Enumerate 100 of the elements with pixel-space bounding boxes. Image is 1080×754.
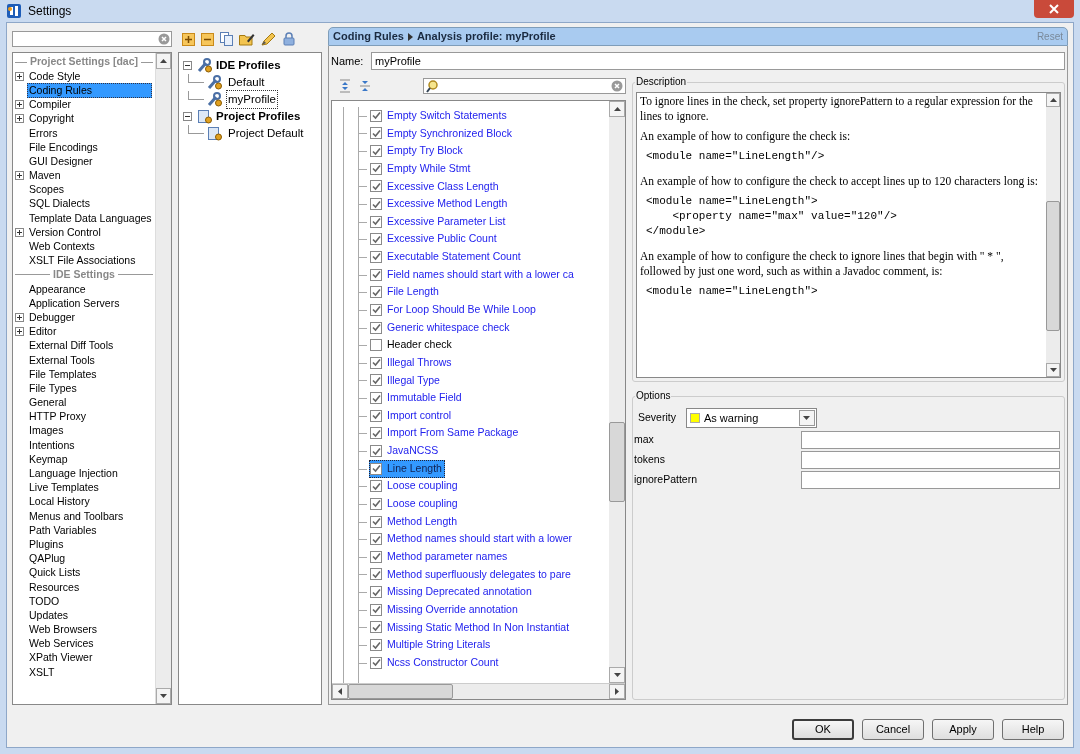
sidebar-item[interactable]: General bbox=[27, 395, 69, 411]
expand-icon[interactable] bbox=[15, 227, 24, 237]
sidebar-item[interactable]: XSLT bbox=[27, 664, 57, 680]
rule-item[interactable]: Immutable Field bbox=[369, 389, 465, 407]
scroll-up-button[interactable] bbox=[609, 101, 625, 117]
checkbox[interactable] bbox=[370, 374, 382, 387]
rule-item[interactable]: Loose coupling bbox=[369, 477, 461, 496]
sidebar-item[interactable]: Compiler bbox=[27, 97, 73, 113]
property-field[interactable] bbox=[801, 471, 1060, 489]
rule-item[interactable]: Import From Same Package bbox=[369, 424, 522, 443]
checkbox[interactable] bbox=[370, 550, 382, 563]
collapse-all-icon[interactable] bbox=[359, 79, 371, 93]
checkbox[interactable] bbox=[370, 268, 382, 281]
rule-item[interactable]: File Length bbox=[369, 283, 442, 302]
scrollbar[interactable] bbox=[155, 53, 171, 704]
sidebar-item[interactable]: External Diff Tools bbox=[27, 338, 116, 354]
checkbox[interactable] bbox=[370, 497, 382, 510]
sidebar-item[interactable]: HTTP Proxy bbox=[27, 409, 88, 425]
sidebar-item[interactable]: Appearance bbox=[27, 281, 88, 297]
checkbox[interactable] bbox=[370, 656, 382, 669]
sidebar-item[interactable]: XPath Viewer bbox=[27, 650, 95, 666]
rule-item[interactable]: Multiple String Literals bbox=[369, 636, 494, 654]
sidebar-item[interactable]: TODO bbox=[27, 593, 62, 609]
expand-icon[interactable] bbox=[15, 71, 24, 81]
expand-icon[interactable] bbox=[15, 171, 24, 181]
sidebar-item[interactable]: Path Variables bbox=[27, 522, 99, 538]
sidebar-item[interactable]: Code Style bbox=[27, 68, 83, 84]
sidebar-item[interactable]: Application Servers bbox=[27, 295, 122, 311]
rule-item[interactable]: Header check bbox=[369, 336, 455, 355]
severity-dropdown[interactable]: As warning bbox=[685, 408, 817, 428]
sidebar-item[interactable]: Resources bbox=[27, 579, 82, 595]
sidebar-item[interactable]: Live Templates bbox=[27, 480, 101, 496]
rule-item[interactable]: Excessive Method Length bbox=[369, 195, 511, 213]
checkbox[interactable] bbox=[370, 639, 382, 652]
checkbox[interactable] bbox=[370, 286, 382, 299]
scroll-thumb[interactable] bbox=[1046, 201, 1060, 331]
sidebar-item[interactable]: Web Services bbox=[27, 636, 96, 652]
property-field[interactable] bbox=[801, 431, 1060, 449]
checkbox[interactable] bbox=[370, 321, 382, 334]
sidebar-item[interactable]: Plugins bbox=[27, 536, 66, 552]
sidebar-item[interactable]: Menus and Toolbars bbox=[27, 508, 126, 524]
checkbox[interactable] bbox=[370, 568, 382, 581]
sidebar-item[interactable]: Version Control bbox=[27, 224, 103, 240]
expand-icon[interactable] bbox=[15, 100, 24, 110]
scroll-down-button[interactable] bbox=[1046, 363, 1060, 377]
scroll-up-button[interactable] bbox=[1046, 93, 1060, 107]
sidebar-item[interactable]: Intentions bbox=[27, 437, 77, 453]
checkbox[interactable] bbox=[370, 515, 382, 528]
rule-item[interactable]: Method names should start with a lower bbox=[369, 530, 575, 549]
collapse-icon[interactable] bbox=[183, 61, 192, 70]
sidebar-item[interactable]: Editor bbox=[27, 324, 59, 340]
rule-item[interactable]: Field names should start with a lower ca bbox=[369, 265, 577, 284]
checkbox[interactable] bbox=[370, 392, 382, 405]
rule-item[interactable]: Empty Switch Statements bbox=[369, 106, 510, 125]
filter-field[interactable] bbox=[423, 78, 626, 94]
scroll-thumb[interactable] bbox=[609, 422, 625, 502]
checkbox[interactable] bbox=[370, 180, 382, 193]
clear-icon[interactable] bbox=[611, 80, 623, 92]
rule-item[interactable]: Excessive Parameter List bbox=[369, 212, 509, 231]
rule-item[interactable]: Excessive Public Count bbox=[369, 230, 500, 249]
collapse-icon[interactable] bbox=[183, 112, 192, 121]
sidebar-item[interactable]: File Encodings bbox=[27, 139, 100, 155]
rule-item[interactable]: Line Length bbox=[369, 459, 445, 478]
scroll-up-button[interactable] bbox=[156, 53, 171, 69]
checkbox[interactable] bbox=[370, 145, 382, 158]
checkbox[interactable] bbox=[370, 127, 382, 140]
dialog-button[interactable]: Apply bbox=[932, 719, 994, 740]
rule-item[interactable]: Missing Static Method In Non Instantiat bbox=[369, 618, 573, 637]
checkbox[interactable] bbox=[370, 303, 382, 316]
scrollbar[interactable] bbox=[1046, 93, 1060, 377]
checkbox[interactable] bbox=[370, 586, 382, 599]
sidebar-item[interactable]: Keymap bbox=[27, 451, 70, 467]
add-icon[interactable] bbox=[182, 32, 195, 46]
checkbox[interactable] bbox=[370, 533, 382, 546]
rule-item[interactable]: JavaNCSS bbox=[369, 442, 442, 460]
rule-item[interactable]: Empty Synchronized Block bbox=[369, 124, 515, 143]
tree-item[interactable]: IDE Profiles bbox=[216, 56, 281, 75]
checkbox[interactable] bbox=[370, 621, 382, 634]
folder-edit-icon[interactable] bbox=[239, 32, 255, 46]
sidebar-item[interactable]: File Types bbox=[27, 380, 79, 396]
checkbox[interactable] bbox=[370, 339, 382, 352]
close-button[interactable] bbox=[1034, 0, 1074, 18]
sidebar-item[interactable]: Copyright bbox=[27, 111, 76, 127]
checkbox[interactable] bbox=[370, 462, 382, 475]
checkbox[interactable] bbox=[370, 427, 382, 440]
expand-icon[interactable] bbox=[15, 114, 24, 124]
dialog-button[interactable]: OK bbox=[792, 719, 854, 740]
rule-item[interactable]: Illegal Type bbox=[369, 371, 443, 390]
sidebar-item[interactable]: Images bbox=[27, 423, 66, 439]
dialog-button[interactable]: Cancel bbox=[862, 719, 924, 740]
checkbox[interactable] bbox=[370, 233, 382, 246]
sidebar-item[interactable]: File Templates bbox=[27, 366, 99, 382]
copy-icon[interactable] bbox=[220, 32, 233, 46]
sidebar-item[interactable]: Maven bbox=[27, 168, 63, 184]
checkbox[interactable] bbox=[370, 162, 382, 175]
scroll-thumb[interactable] bbox=[348, 684, 453, 699]
breadcrumb-item[interactable]: Coding Rules bbox=[333, 28, 404, 45]
rule-item[interactable]: Missing Deprecated annotation bbox=[369, 583, 535, 601]
scrollbar[interactable] bbox=[609, 101, 625, 683]
sidebar-item[interactable]: Quick Lists bbox=[27, 565, 83, 581]
